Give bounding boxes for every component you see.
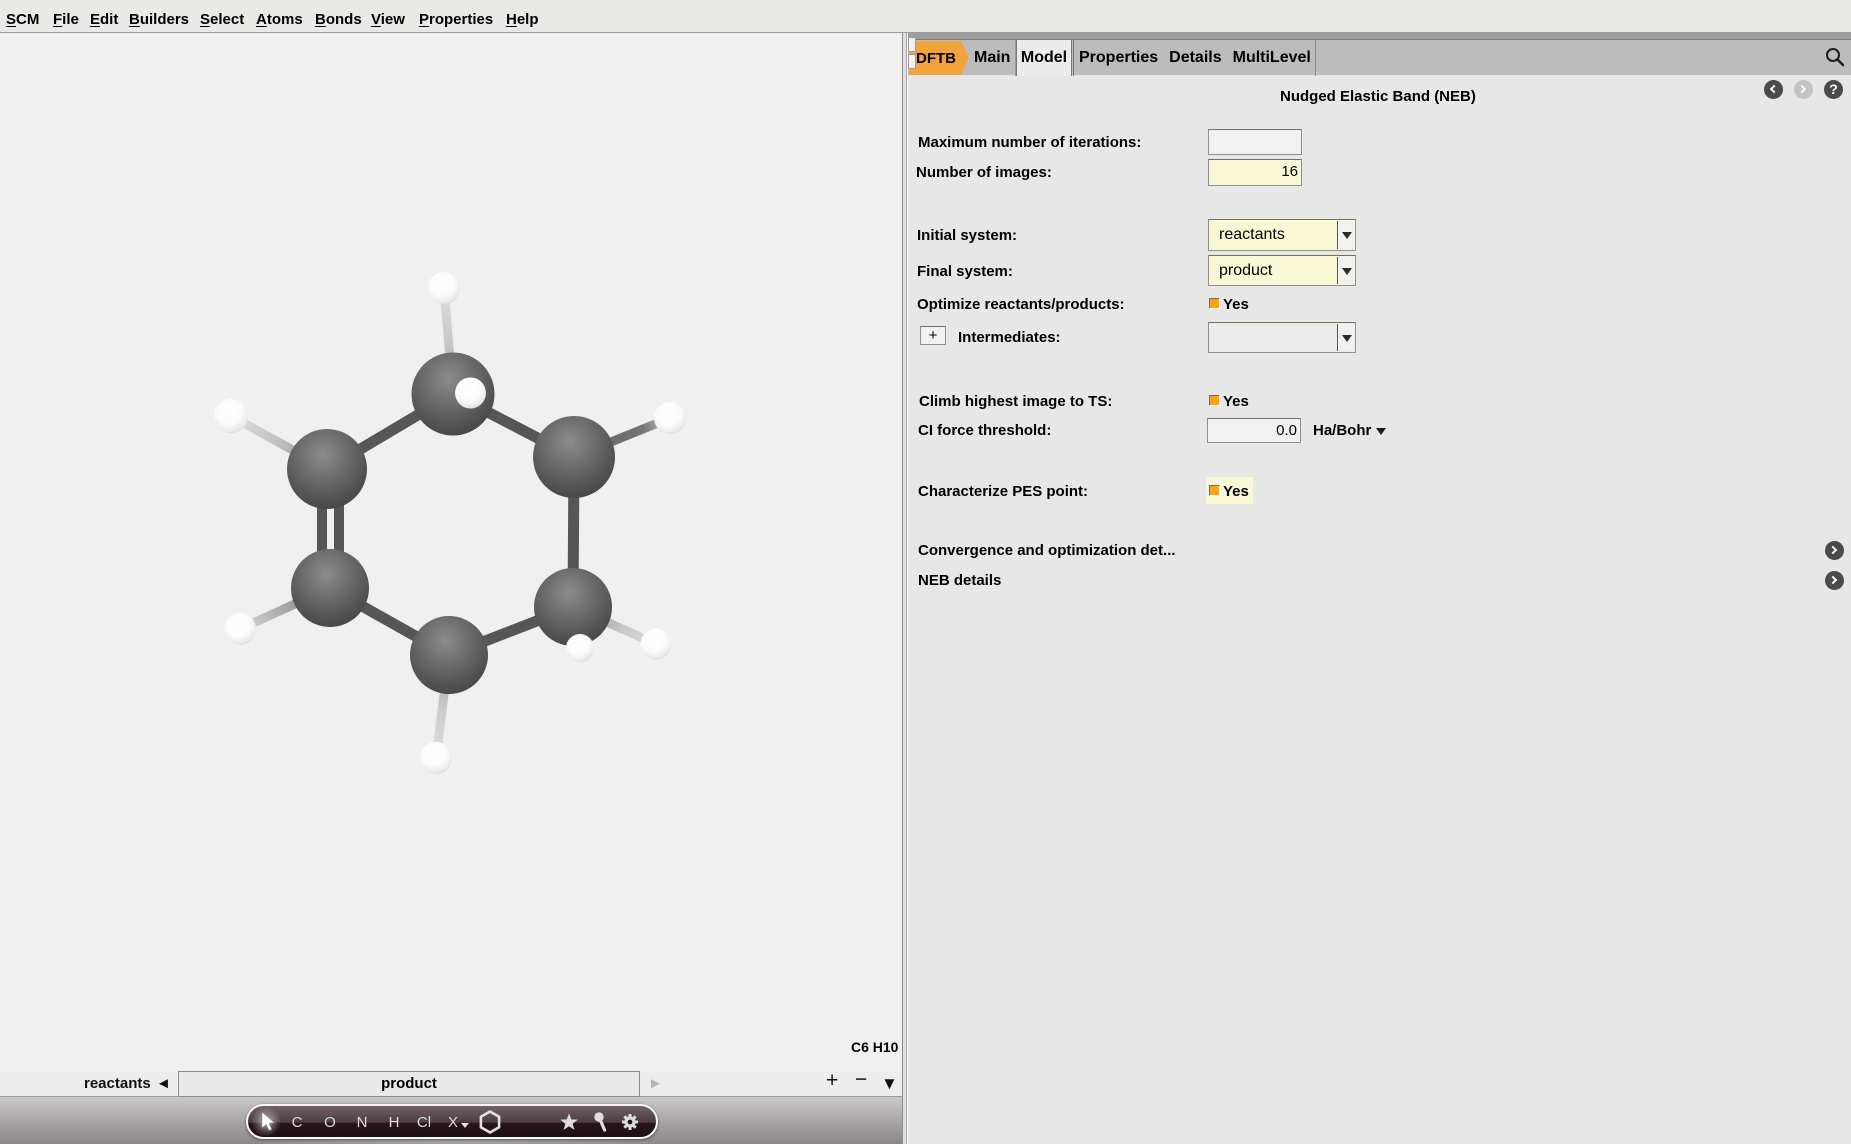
svg-text:X: X (448, 1114, 458, 1131)
svg-text:H: H (389, 1114, 400, 1131)
svg-text:C: C (292, 1114, 303, 1131)
svg-text:N: N (357, 1114, 368, 1131)
svg-text:O: O (324, 1114, 336, 1131)
svg-text:Cl: Cl (417, 1114, 431, 1131)
